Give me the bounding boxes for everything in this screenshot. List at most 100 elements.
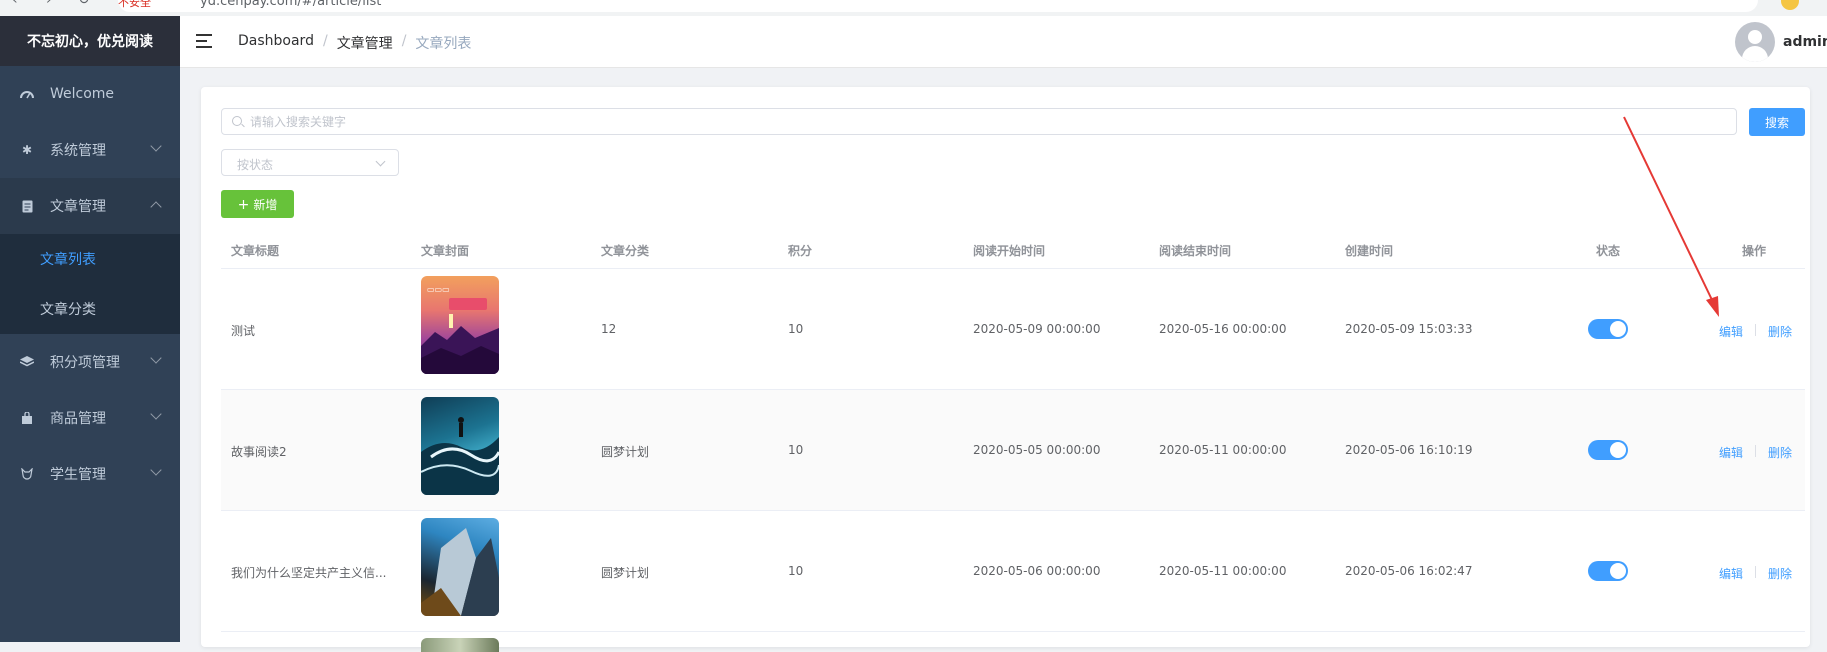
article-cover-image: [421, 638, 499, 652]
sidebar-item-label: 系统管理: [50, 143, 106, 159]
chevron-down-icon: [375, 156, 386, 167]
status-switch[interactable]: [1588, 561, 1628, 581]
delete-link[interactable]: 删除: [1768, 444, 1792, 461]
cell-created-time: 2020-05-06 16:02:47: [1345, 564, 1473, 578]
breadcrumb-article-list: 文章列表: [415, 36, 472, 52]
cell-title: 我们为什么坚定共产主义信...: [231, 566, 387, 580]
column-start-time: 阅读开始时间: [973, 244, 1046, 258]
delete-link[interactable]: 删除: [1768, 565, 1792, 582]
svg-text:▭▭▭: ▭▭▭: [427, 285, 450, 294]
sidebar-item-label: 学生管理: [50, 467, 106, 483]
cell-end-time: 2020-05-16 00:00:00: [1159, 322, 1287, 336]
avatar[interactable]: [1735, 22, 1775, 62]
student-icon: [20, 467, 34, 481]
search-button[interactable]: 搜索: [1749, 108, 1805, 136]
column-category: 文章分类: [601, 244, 650, 258]
column-title: 文章标题: [231, 244, 280, 258]
table-row: [221, 632, 1805, 652]
edit-link[interactable]: 编辑: [1719, 444, 1743, 461]
status-switch[interactable]: [1588, 440, 1628, 460]
sidebar-item-articles[interactable]: 文章管理: [0, 178, 180, 234]
article-table: 文章标题 文章封面 文章分类 积分 阅读开始时间 阅读结束时间 创建时间 状态 …: [221, 230, 1805, 652]
cell-points: 10: [788, 443, 804, 457]
action-divider: [1755, 445, 1756, 457]
url-text[interactable]: yd.cehpay.com/#/article/list: [200, 0, 381, 9]
add-button[interactable]: + 新增: [221, 190, 294, 218]
sidebar-item-label: 积分项管理: [50, 355, 120, 371]
bag-icon: [20, 411, 34, 425]
top-header: Dashboard / 文章管理 / 文章列表 admin: [180, 16, 1827, 68]
cell-title: 故事阅读2: [231, 445, 287, 459]
breadcrumb-dashboard[interactable]: Dashboard: [238, 33, 314, 53]
forward-icon[interactable]: ›: [46, 0, 52, 8]
hamburger-icon[interactable]: [196, 34, 212, 48]
sidebar-item-label: Welcome: [50, 86, 115, 102]
column-end-time: 阅读结束时间: [1159, 244, 1232, 258]
user-menu[interactable]: admin: [1735, 22, 1827, 62]
sidebar-item-article-list[interactable]: 文章列表: [0, 234, 180, 284]
table-row: 故事阅读2 圆梦计划 10 2020-05-05 00:00:00 2020-0…: [221, 390, 1805, 511]
column-status: 状态: [1596, 244, 1621, 258]
chevron-up-icon: [150, 201, 162, 213]
breadcrumb-article-management[interactable]: 文章管理: [337, 33, 393, 53]
cell-category: 12: [601, 322, 617, 336]
sidebar-item-points[interactable]: 积分项管理: [0, 334, 180, 390]
security-label: 不安全: [118, 0, 151, 9]
cell-created-time: 2020-05-09 15:03:33: [1345, 322, 1473, 336]
status-placeholder: 按状态: [237, 158, 274, 172]
column-cover: 文章封面: [421, 244, 470, 258]
search-box[interactable]: [221, 108, 1737, 135]
table-row: 测试 ▭▭▭ 12 10 2020-05-09 00:00:00 2020-05…: [221, 269, 1805, 390]
delete-link[interactable]: 删除: [1768, 323, 1792, 340]
sidebar-brand: 不忘初心，优兑阅读: [0, 16, 180, 66]
cell-start-time: 2020-05-05 00:00:00: [973, 443, 1101, 457]
cell-created-time: 2020-05-06 16:10:19: [1345, 443, 1473, 457]
articles-submenu: 文章列表 文章分类: [0, 234, 180, 334]
cell-points: 10: [788, 564, 804, 578]
browser-bar: ‹ › ↻ 不安全 yd.cehpay.com/#/article/list: [0, 0, 1827, 16]
sidebar-item-label: 文章管理: [50, 199, 106, 215]
sidebar: 不忘初心，优兑阅读 Welcome ✱ 系统管理 文章管理 文章列表 文章分类 …: [0, 16, 180, 642]
edit-link[interactable]: 编辑: [1719, 323, 1743, 340]
chevron-down-icon: [150, 140, 162, 152]
chevron-down-icon: [150, 464, 162, 476]
edit-link[interactable]: 编辑: [1719, 565, 1743, 582]
gear-icon: ✱: [21, 143, 33, 157]
chevron-down-icon: [150, 408, 162, 420]
article-cover-image: [421, 397, 499, 495]
document-icon: [20, 199, 34, 213]
breadcrumb-separator: /: [401, 33, 407, 49]
status-switch[interactable]: [1588, 319, 1628, 339]
article-list-card: 搜索 按状态 +新增 文章标题 文章封面 文章分类 积分 阅读开始时间 阅读结束…: [201, 87, 1810, 652]
cell-title: 测试: [231, 324, 256, 338]
back-icon[interactable]: ‹: [12, 0, 18, 8]
column-points: 积分: [788, 244, 813, 258]
column-actions: 操作: [1742, 244, 1767, 258]
sidebar-item-system[interactable]: ✱ 系统管理: [0, 122, 180, 178]
table-row: 我们为什么坚定共产主义信... 圆梦计划 10 2020-05-06 00:00…: [221, 511, 1805, 632]
sidebar-item-products[interactable]: 商品管理: [0, 390, 180, 446]
sidebar-item-welcome[interactable]: Welcome: [0, 66, 180, 122]
sidebar-item-students[interactable]: 学生管理: [0, 446, 180, 502]
action-divider: [1755, 324, 1756, 336]
cell-end-time: 2020-05-11 00:00:00: [1159, 564, 1287, 578]
action-divider: [1755, 566, 1756, 578]
search-input[interactable]: [250, 109, 1730, 134]
cell-end-time: 2020-05-11 00:00:00: [1159, 443, 1287, 457]
search-icon: [232, 116, 242, 126]
username[interactable]: admin: [1783, 34, 1827, 50]
article-cover-image: ▭▭▭: [421, 276, 499, 374]
chevron-down-icon: [150, 352, 162, 364]
layers-icon: [20, 355, 34, 369]
breadcrumb: Dashboard / 文章管理 / 文章列表: [238, 33, 471, 53]
sidebar-item-label: 商品管理: [50, 411, 106, 427]
cell-points: 10: [788, 322, 804, 336]
profile-icon[interactable]: [1781, 0, 1799, 10]
cell-category: 圆梦计划: [601, 445, 650, 459]
cell-category: 圆梦计划: [601, 566, 650, 580]
article-cover-image: [421, 518, 499, 616]
sidebar-item-article-category[interactable]: 文章分类: [0, 284, 180, 334]
reload-icon[interactable]: ↻: [78, 0, 90, 8]
plus-icon: +: [237, 196, 250, 213]
status-select[interactable]: 按状态: [221, 149, 399, 176]
